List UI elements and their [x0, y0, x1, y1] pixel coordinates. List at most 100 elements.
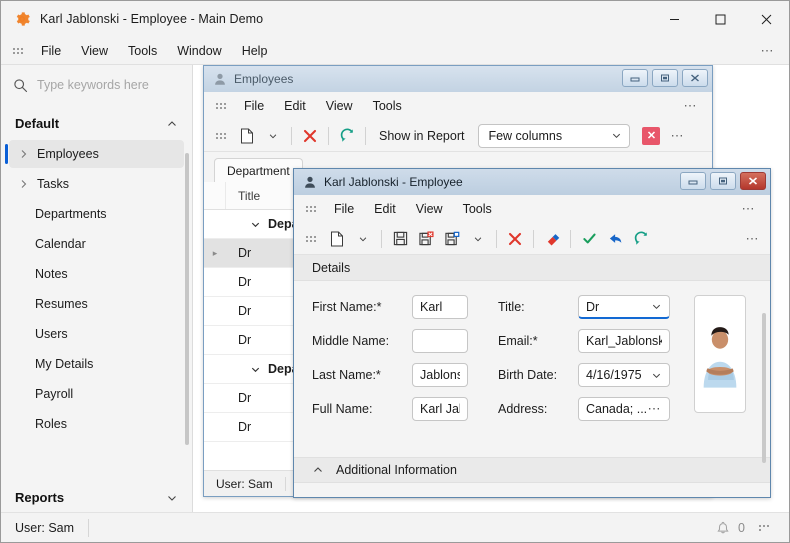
- menu-view[interactable]: View: [71, 41, 118, 61]
- grid-column-title[interactable]: Title: [226, 189, 260, 203]
- save-button[interactable]: [387, 227, 413, 251]
- employee-detail-toolbar: ⋯: [294, 223, 770, 255]
- details-section-header[interactable]: Details: [294, 255, 770, 281]
- sidebar-item-users[interactable]: Users: [9, 320, 184, 348]
- new-record-dropdown-button[interactable]: [260, 124, 286, 148]
- back-button[interactable]: [602, 227, 628, 251]
- employees-menubar-grip-icon[interactable]: [216, 99, 226, 113]
- employee-photo[interactable]: [694, 295, 746, 413]
- employee-detail-window[interactable]: Karl Jablonski - Employee File Edit View…: [293, 168, 771, 498]
- clear-filter-button[interactable]: ✕: [638, 124, 664, 148]
- sidebar-item-label: Users: [35, 327, 68, 341]
- back-arrow-icon: [609, 234, 621, 243]
- birth-date-picker[interactable]: 4/16/1975: [578, 363, 670, 387]
- detail-scrollbar[interactable]: [762, 313, 766, 463]
- detail-delete-button[interactable]: [502, 227, 528, 251]
- resize-grip-icon[interactable]: [759, 521, 769, 535]
- additional-information-section[interactable]: Additional Information: [294, 457, 770, 483]
- bell-icon[interactable]: [716, 521, 730, 535]
- sidebar-group-reports[interactable]: Reports: [1, 482, 192, 512]
- sidebar-group-default[interactable]: Default: [1, 109, 192, 138]
- sidebar-item-employees[interactable]: Employees: [5, 140, 184, 168]
- detail-footer: [294, 483, 770, 497]
- menu-help[interactable]: Help: [232, 41, 278, 61]
- employees-menu-view[interactable]: View: [316, 96, 363, 116]
- sidebar-scrollbar[interactable]: [185, 153, 189, 445]
- new-record-button[interactable]: [234, 124, 260, 148]
- employees-menu-edit[interactable]: Edit: [274, 96, 316, 116]
- detail-minimize-button[interactable]: [680, 172, 706, 190]
- address-lookup[interactable]: Canada; ... ⋯: [578, 397, 670, 421]
- detail-new-button[interactable]: [324, 227, 350, 251]
- chevron-down-icon[interactable]: [250, 364, 261, 375]
- menu-window[interactable]: Window: [167, 41, 231, 61]
- detail-menubar-grip-icon[interactable]: [306, 202, 316, 216]
- save-dropdown-button[interactable]: [465, 227, 491, 251]
- person-icon: [215, 73, 225, 85]
- sidebar-item-calendar[interactable]: Calendar: [9, 230, 184, 258]
- detail-toolbar-grip-icon[interactable]: [306, 232, 316, 246]
- sidebar-item-departments[interactable]: Departments: [9, 200, 184, 228]
- chevron-down-icon: [613, 133, 621, 139]
- refresh-button[interactable]: [334, 124, 360, 148]
- sidebar-item-notes[interactable]: Notes: [9, 260, 184, 288]
- detail-menu-overflow-button[interactable]: ⋯: [742, 201, 757, 217]
- sidebar-item-my-details[interactable]: My Details: [9, 350, 184, 378]
- detail-close-button[interactable]: [740, 172, 766, 190]
- sidebar-item-roles[interactable]: Roles: [9, 410, 184, 438]
- full-name-input[interactable]: Karl Jab: [412, 397, 468, 421]
- middle-name-input[interactable]: [412, 329, 468, 353]
- columns-combo[interactable]: Few columns: [478, 123, 631, 148]
- email-input[interactable]: Karl_Jablonski@: [578, 329, 670, 353]
- detail-menu-tools[interactable]: Tools: [453, 199, 502, 219]
- detail-toolbar-overflow-button[interactable]: ⋯: [746, 231, 761, 247]
- employees-menu-overflow-button[interactable]: ⋯: [684, 98, 699, 114]
- detail-new-dropdown-button[interactable]: [350, 227, 376, 251]
- employees-toolbar-overflow-button[interactable]: ⋯: [670, 128, 685, 144]
- employees-menu-file[interactable]: File: [234, 96, 274, 116]
- chevron-down-icon[interactable]: [250, 219, 261, 230]
- detail-menu-file[interactable]: File: [324, 199, 364, 219]
- sidebar-item-resumes[interactable]: Resumes: [9, 290, 184, 318]
- field-last-name-label: Last Name:*: [312, 368, 381, 382]
- minimize-button[interactable]: [651, 1, 697, 37]
- maximize-button[interactable]: [697, 1, 743, 37]
- first-name-input[interactable]: Karl: [412, 295, 468, 319]
- last-name-input[interactable]: Jablons: [412, 363, 468, 387]
- window-title: Karl Jablonski - Employee - Main Demo: [40, 12, 264, 26]
- detail-menu-edit[interactable]: Edit: [364, 199, 406, 219]
- employees-menu-tools[interactable]: Tools: [363, 96, 412, 116]
- sidebar-item-label: Resumes: [35, 297, 88, 311]
- sidebar-item-tasks[interactable]: Tasks: [9, 170, 184, 198]
- employees-close-button[interactable]: [682, 69, 708, 87]
- sidebar-search[interactable]: [1, 65, 192, 105]
- employee-detail-titlebar[interactable]: Karl Jablonski - Employee: [294, 169, 770, 195]
- employees-toolbar-grip-icon[interactable]: [216, 129, 226, 143]
- save-and-close-button[interactable]: [413, 227, 439, 251]
- menu-file[interactable]: File: [31, 41, 71, 61]
- show-in-report-button[interactable]: Show in Report: [371, 129, 472, 143]
- search-input[interactable]: [37, 78, 177, 92]
- employees-titlebar[interactable]: Employees: [204, 66, 712, 92]
- grid-tab-department[interactable]: Department: [214, 158, 303, 182]
- validate-button[interactable]: [576, 227, 602, 251]
- menu-tools[interactable]: Tools: [118, 41, 167, 61]
- employees-minimize-button[interactable]: [622, 69, 648, 87]
- menubar-overflow-button[interactable]: ⋯: [761, 43, 776, 59]
- close-button[interactable]: [743, 1, 789, 37]
- detail-refresh-button[interactable]: [628, 227, 654, 251]
- field-first-name: First Name:* Karl: [312, 295, 468, 319]
- title-combo[interactable]: Dr: [578, 295, 670, 319]
- grid-cell-title: Dr: [238, 420, 252, 434]
- detail-menu-view[interactable]: View: [406, 199, 453, 219]
- sidebar-item-payroll[interactable]: Payroll: [9, 380, 184, 408]
- reset-button[interactable]: [539, 227, 565, 251]
- employees-maximize-button[interactable]: [652, 69, 678, 87]
- save-and-new-button[interactable]: [439, 227, 465, 251]
- details-section-label: Details: [312, 260, 351, 275]
- address-lookup-button[interactable]: ⋯: [648, 401, 663, 417]
- delete-record-button[interactable]: [297, 124, 323, 148]
- status-right: 0: [716, 521, 789, 535]
- detail-maximize-button[interactable]: [710, 172, 736, 190]
- menubar-grip-icon[interactable]: [13, 44, 23, 58]
